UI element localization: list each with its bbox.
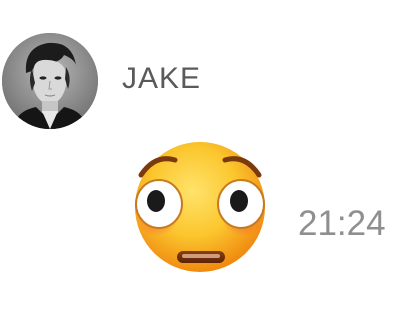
message-timestamp: 21:24 [298, 204, 386, 243]
sender-name: JAKE [122, 62, 202, 95]
flushed-face-icon[interactable] [133, 140, 267, 274]
chat-message: JAKE 21:24 [0, 0, 418, 328]
profile-photo-icon [2, 33, 98, 129]
avatar[interactable] [2, 33, 98, 129]
